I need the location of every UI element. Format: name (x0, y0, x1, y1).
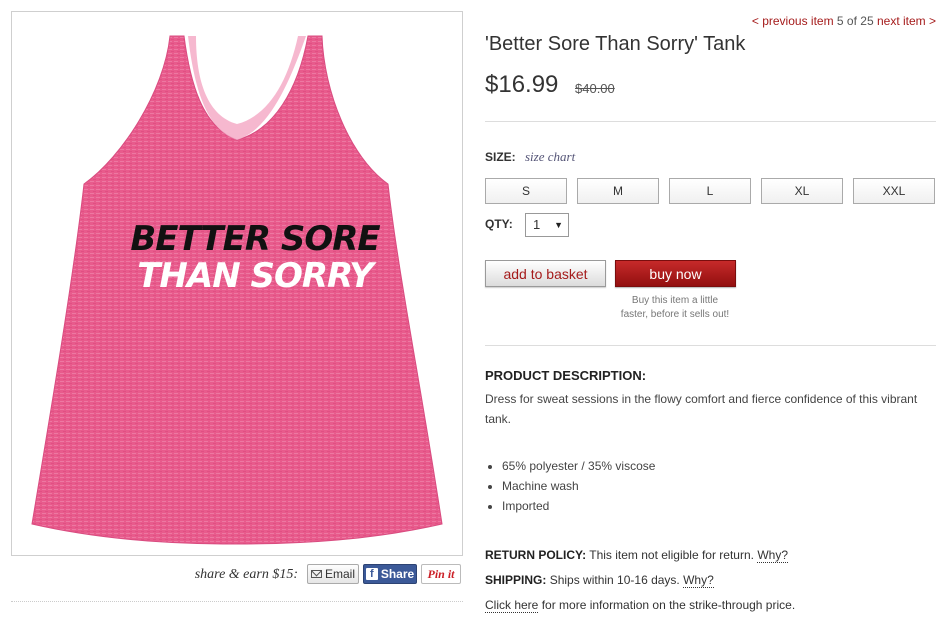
list-item: 65% polyester / 35% viscose (502, 456, 655, 476)
dropdown-arrow-icon: ▼ (554, 220, 563, 230)
qty-label: QTY: (485, 217, 513, 231)
mail-icon (310, 570, 322, 578)
facebook-label: Share (380, 567, 415, 581)
product-image[interactable]: BETTER SORE THAN SORRY (11, 11, 463, 556)
item-navigation: < previous item 5 of 25 next item > (752, 14, 936, 28)
qty-select[interactable]: 1 ▼ (525, 213, 569, 237)
buy-note-line-2: faster, before it sells out! (620, 309, 730, 320)
return-policy: RETURN POLICY: This item not eligible fo… (485, 548, 789, 563)
next-item-link[interactable]: next item > (877, 14, 936, 28)
size-button-m[interactable]: M (577, 178, 659, 204)
list-item: Machine wash (502, 476, 655, 496)
strike-through-text: for more information on the strike-throu… (541, 598, 796, 612)
description-text: Dress for sweat sessions in the flowy co… (485, 392, 918, 426)
shipping-info: SHIPPING: Ships within 10-16 days. Why? (485, 573, 714, 588)
share-label: share & earn $15: (194, 567, 298, 582)
return-policy-text: This item not eligible for return. (589, 548, 754, 562)
buy-now-note: Buy this item a little faster, before it… (600, 294, 750, 322)
pinterest-button[interactable]: Pin it (421, 564, 461, 584)
shipping-label: SHIPPING: (485, 573, 547, 587)
pinterest-label: Pin it (427, 566, 455, 581)
shipping-text: Ships within 10-16 days. (549, 573, 680, 587)
email-share-button[interactable]: Email (307, 564, 359, 584)
shirt-print-line-1: BETTER SORE (130, 219, 380, 259)
divider (485, 121, 936, 122)
description-heading: PRODUCT DESCRIPTION: (485, 368, 647, 383)
item-position: 5 of 25 (836, 14, 874, 28)
previous-item-link[interactable]: < previous item (752, 14, 834, 28)
size-label: SIZE: (485, 150, 516, 164)
shipping-why-link[interactable]: Why? (683, 573, 714, 588)
add-to-basket-button[interactable]: add to basket (485, 260, 606, 287)
return-why-link[interactable]: Why? (757, 548, 789, 563)
share-row: share & earn $15: Email f Share Pin it (0, 563, 461, 587)
facebook-icon: f (365, 568, 378, 580)
size-button-l[interactable]: L (669, 178, 751, 204)
size-button-xl[interactable]: XL (761, 178, 843, 204)
click-here-link[interactable]: Click here (485, 598, 539, 613)
original-price: $40.00 (575, 81, 615, 96)
list-item: Imported (502, 496, 655, 516)
sale-price: $16.99 (485, 71, 559, 98)
qty-value: 1 (533, 217, 541, 232)
email-label: Email (324, 567, 355, 581)
return-policy-label: RETURN POLICY: (485, 548, 587, 562)
size-chart-link[interactable]: size chart (525, 149, 575, 165)
strike-through-info: Click here for more information on the s… (485, 598, 796, 613)
size-options: S M L XL XXL (485, 178, 936, 204)
shirt-print-line-2: THAN SORRY (137, 256, 374, 296)
buy-now-button[interactable]: buy now (615, 260, 736, 287)
buy-note-line-1: Buy this item a little (631, 295, 719, 306)
facebook-share-button[interactable]: f Share (363, 564, 417, 584)
product-title: 'Better Sore Than Sorry' Tank (485, 33, 746, 55)
size-button-s[interactable]: S (485, 178, 567, 204)
size-button-xxl[interactable]: XXL (853, 178, 935, 204)
feature-list: 65% polyester / 35% viscose Machine wash… (485, 456, 655, 516)
divider (485, 345, 936, 346)
left-divider (11, 601, 463, 602)
